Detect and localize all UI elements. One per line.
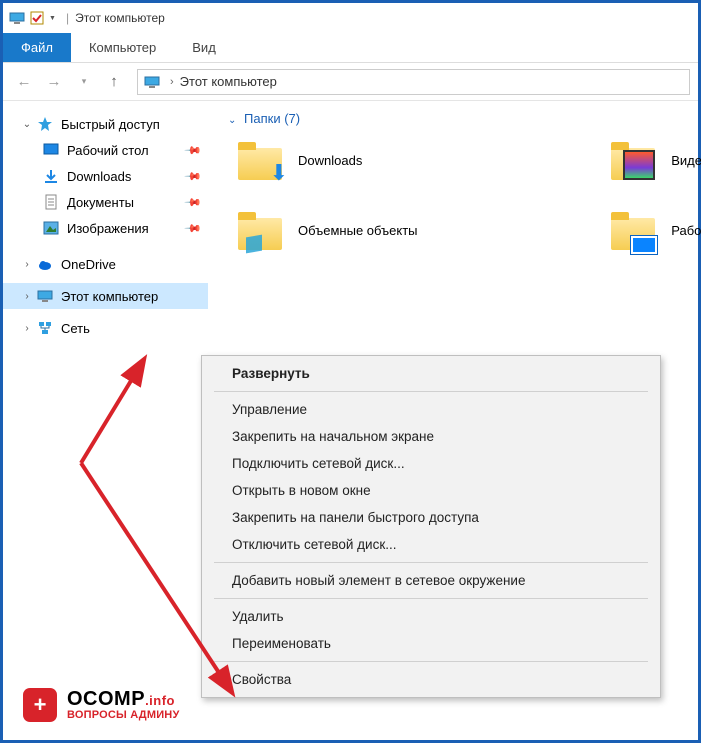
title-bar: ▼ | Этот компьютер xyxy=(3,3,698,33)
chevron-down-icon[interactable]: ⌄ xyxy=(228,115,236,126)
sidebar-item-quick-access[interactable]: ⌄ Быстрый доступ xyxy=(3,111,208,137)
ctx-open-new-window[interactable]: Открыть в новом окне xyxy=(204,477,658,504)
window-title: Этот компьютер xyxy=(75,11,165,25)
nav-back-button[interactable]: ← xyxy=(11,69,37,95)
folder-icon xyxy=(236,206,284,254)
desktop-icon xyxy=(43,142,59,158)
folder-label: Виде xyxy=(671,153,701,168)
chevron-right-icon[interactable]: › xyxy=(170,76,174,88)
sidebar-label: Этот компьютер xyxy=(61,289,158,304)
tab-computer[interactable]: Компьютер xyxy=(71,33,174,62)
folder-label: Объемные объекты xyxy=(298,223,418,238)
ribbon-tabs: Файл Компьютер Вид xyxy=(3,33,698,63)
sidebar-label: Рабочий стол xyxy=(67,143,149,158)
plus-icon: + xyxy=(23,688,57,722)
tab-view[interactable]: Вид xyxy=(174,33,234,62)
network-icon xyxy=(37,320,53,336)
context-menu-separator xyxy=(214,562,648,563)
sidebar-label: Изображения xyxy=(67,221,149,236)
context-menu-separator xyxy=(214,391,648,392)
folder-label: Downloads xyxy=(298,153,362,168)
sidebar-label: Downloads xyxy=(67,169,131,184)
folder-3d-objects[interactable]: Объемные объекты xyxy=(236,206,418,254)
download-arrow-icon: ⬇ xyxy=(270,160,288,186)
watermark: + OCOMP.info ВОПРОСЫ АДМИНУ xyxy=(23,688,180,722)
pin-icon: 📌 xyxy=(184,167,203,186)
navigation-pane: ⌄ Быстрый доступ Рабочий стол 📌 Download… xyxy=(3,101,208,740)
pin-icon: 📌 xyxy=(184,193,203,212)
documents-icon xyxy=(43,194,59,210)
star-icon xyxy=(37,116,53,132)
sidebar-item-desktop[interactable]: Рабочий стол 📌 xyxy=(3,137,208,163)
sidebar-label: Быстрый доступ xyxy=(61,117,160,132)
chevron-right-icon[interactable]: › xyxy=(21,323,33,334)
folder-icon: ⬇ xyxy=(236,136,284,184)
address-bar[interactable]: › Этот компьютер xyxy=(137,69,690,95)
ctx-disconnect-drive[interactable]: Отключить сетевой диск... xyxy=(204,531,658,558)
properties-qat-icon[interactable] xyxy=(29,10,45,26)
context-menu: Развернуть Управление Закрепить на начал… xyxy=(201,355,661,698)
sidebar-label: Документы xyxy=(67,195,134,210)
address-pc-icon xyxy=(144,74,160,90)
pin-icon: 📌 xyxy=(184,141,203,160)
folders-group-header[interactable]: ⌄ Папки (7) xyxy=(220,111,698,126)
folder-downloads[interactable]: ⬇ Downloads xyxy=(236,136,418,184)
tab-file[interactable]: Файл xyxy=(3,33,71,62)
screen-icon xyxy=(631,236,657,254)
ctx-pin-quick-access[interactable]: Закрепить на панели быстрого доступа xyxy=(204,504,658,531)
cube-icon xyxy=(246,235,262,254)
sidebar-label: Сеть xyxy=(61,321,90,336)
watermark-brand: OCOMP xyxy=(67,688,145,710)
ctx-expand[interactable]: Развернуть xyxy=(204,360,658,387)
folder-desktop[interactable]: Рабо xyxy=(609,206,701,254)
ctx-map-drive[interactable]: Подключить сетевой диск... xyxy=(204,450,658,477)
pin-icon: 📌 xyxy=(184,219,203,238)
pictures-icon xyxy=(43,220,59,236)
quick-access-toolbar: ▼ | xyxy=(9,10,75,26)
ctx-manage[interactable]: Управление xyxy=(204,396,658,423)
folder-grid: ⬇ Downloads Объемные объекты xyxy=(220,136,698,254)
sidebar-item-documents[interactable]: Документы 📌 xyxy=(3,189,208,215)
ctx-properties[interactable]: Свойства xyxy=(204,666,658,693)
folder-icon xyxy=(609,206,657,254)
nav-bar: ← → ▾ ↑ › Этот компьютер xyxy=(3,63,698,101)
breadcrumb[interactable]: Этот компьютер xyxy=(180,74,277,89)
watermark-subtitle: ВОПРОСЫ АДМИНУ xyxy=(67,710,180,721)
folders-header-label: Папки (7) xyxy=(244,111,300,126)
ctx-pin-start[interactable]: Закрепить на начальном экране xyxy=(204,423,658,450)
sidebar-label: OneDrive xyxy=(61,257,116,272)
ctx-add-network-location[interactable]: Добавить новый элемент в сетевое окружен… xyxy=(204,567,658,594)
sidebar-item-pictures[interactable]: Изображения 📌 xyxy=(3,215,208,241)
qat-separator: | xyxy=(66,11,69,25)
folder-videos[interactable]: Виде xyxy=(609,136,701,184)
folder-label: Рабо xyxy=(671,223,701,238)
ctx-delete[interactable]: Удалить xyxy=(204,603,658,630)
watermark-tld: .info xyxy=(145,693,175,708)
nav-recent-dropdown[interactable]: ▾ xyxy=(71,69,97,95)
pc-icon xyxy=(37,288,53,304)
downloads-icon xyxy=(43,168,59,184)
nav-forward-button[interactable]: → xyxy=(41,69,67,95)
folder-icon xyxy=(609,136,657,184)
chevron-right-icon[interactable]: › xyxy=(21,291,33,302)
context-menu-separator xyxy=(214,598,648,599)
pc-icon xyxy=(9,10,25,26)
ctx-rename[interactable]: Переименовать xyxy=(204,630,658,657)
chevron-right-icon[interactable]: › xyxy=(21,259,33,270)
chevron-down-icon[interactable]: ⌄ xyxy=(21,119,33,130)
sidebar-item-downloads[interactable]: Downloads 📌 xyxy=(3,163,208,189)
sidebar-item-network[interactable]: › Сеть xyxy=(3,315,208,341)
sidebar-item-onedrive[interactable]: › OneDrive xyxy=(3,251,208,277)
qat-dropdown-icon[interactable]: ▼ xyxy=(49,15,56,22)
sidebar-item-this-pc[interactable]: › Этот компьютер xyxy=(3,283,208,309)
context-menu-separator xyxy=(214,661,648,662)
film-icon xyxy=(623,150,655,180)
nav-up-button[interactable]: ↑ xyxy=(101,69,127,95)
cloud-icon xyxy=(37,256,53,272)
